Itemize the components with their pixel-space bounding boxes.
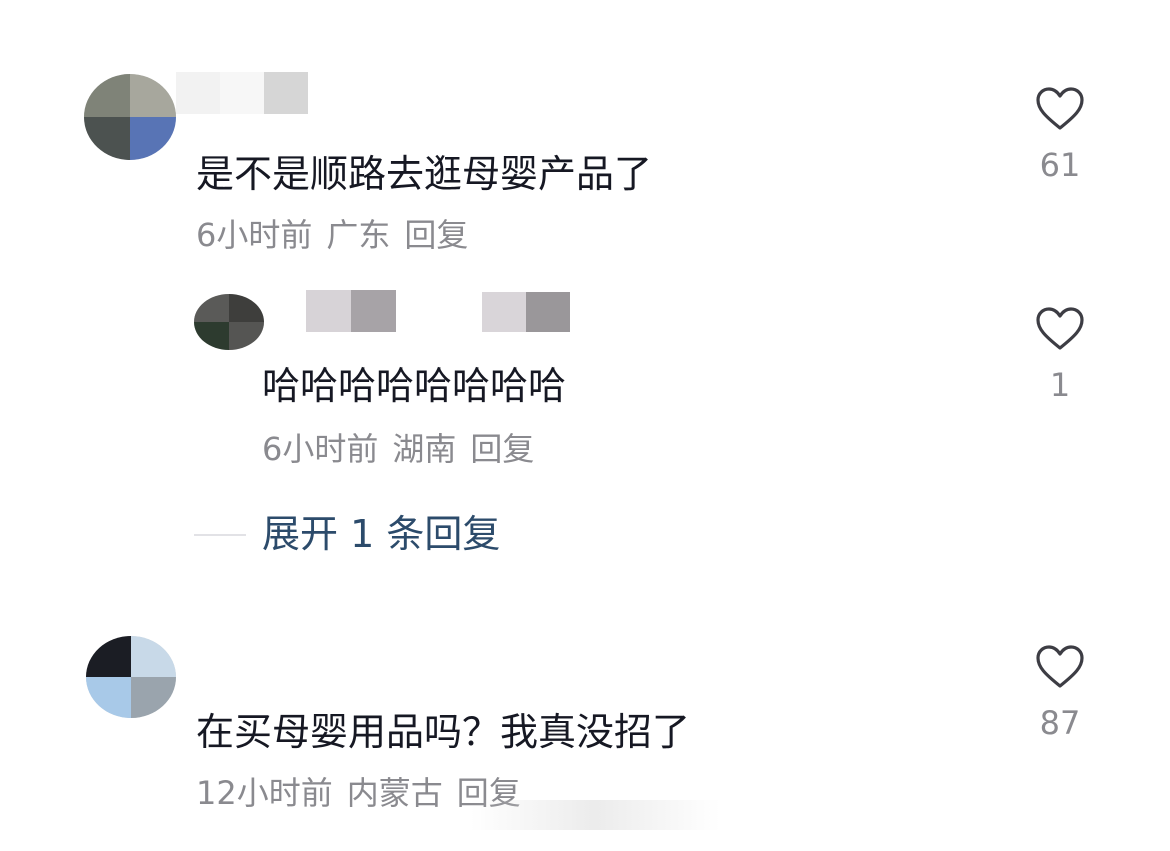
comment-time: 6小时前 [196,216,313,254]
avatar[interactable] [84,74,176,160]
comment-location: 湖南 [392,430,457,468]
expand-divider [194,534,246,536]
comment-text: 在买母婴用品吗？我真没招了 [196,710,691,754]
comment-meta: 6小时前 湖南 回复 [262,430,534,468]
username-redacted[interactable] [176,72,308,114]
like-count: 61 [1039,146,1081,184]
like-count: 1 [1049,366,1071,404]
watermark [470,800,720,830]
replied-username-redacted[interactable] [482,292,570,332]
heart-outline-icon[interactable] [1035,644,1085,690]
comment-location: 内蒙古 [346,774,443,812]
like-count: 87 [1039,704,1081,742]
avatar[interactable] [194,294,264,350]
username-redacted[interactable] [306,290,396,332]
reply-button[interactable]: 回复 [404,216,468,254]
heart-outline-icon[interactable] [1035,306,1085,352]
like-button[interactable]: 87 [1025,644,1095,742]
heart-outline-icon[interactable] [1035,86,1085,132]
reply-button[interactable]: 回复 [470,430,534,468]
comment-location: 广东 [326,216,391,254]
expand-replies-button[interactable]: 展开 1 条回复 [262,512,500,556]
like-button[interactable]: 61 [1025,86,1095,184]
avatar[interactable] [86,636,176,718]
comment-time: 12小时前 [196,774,333,812]
like-button[interactable]: 1 [1025,306,1095,404]
comment-text: 是不是顺路去逛母婴产品了 [196,152,653,196]
comment-time: 6小时前 [262,430,379,468]
comment-text: 哈哈哈哈哈哈哈哈 [262,364,567,408]
comment-meta: 6小时前 广东 回复 [196,216,468,254]
